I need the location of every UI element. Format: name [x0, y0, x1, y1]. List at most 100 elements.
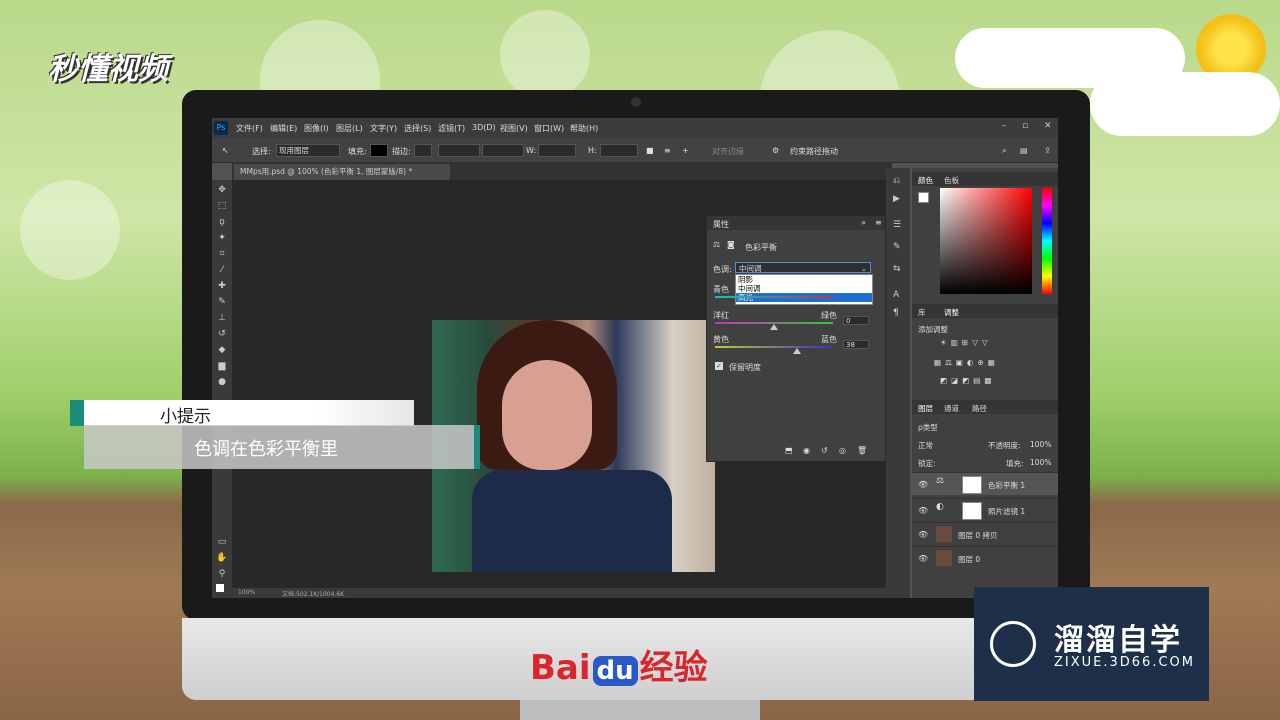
visibility-icon[interactable]: ◎: [839, 446, 846, 455]
collapse-icon[interactable]: »: [861, 218, 866, 227]
magenta-green-value[interactable]: 0: [843, 316, 869, 325]
cyan-red-slider[interactable]: [715, 296, 833, 298]
hand-tool-icon[interactable]: ✋: [216, 552, 228, 564]
constrain-path-checkbox[interactable]: 约束路径拖动: [790, 146, 838, 157]
mask-icon[interactable]: ◙: [727, 240, 735, 249]
tone-option-shadows[interactable]: 阴影: [736, 275, 872, 284]
menu-filter[interactable]: 滤镜(T): [438, 123, 465, 134]
layer-kind-filter[interactable]: ρ类型: [918, 422, 938, 433]
fill-swatch[interactable]: [370, 144, 388, 157]
blur-tool-icon[interactable]: ●: [216, 376, 228, 388]
opacity-value[interactable]: 100%: [1030, 440, 1051, 449]
menu-view[interactable]: 视图(V): [500, 123, 528, 134]
width-field[interactable]: [538, 144, 576, 157]
marquee-tool-icon[interactable]: ⬚: [216, 200, 228, 212]
height-field[interactable]: [600, 144, 638, 157]
minimize-icon[interactable]: –: [1002, 121, 1007, 131]
layer-row[interactable]: 👁 图层 0 拷贝: [912, 522, 1058, 545]
magic-wand-tool-icon[interactable]: ✦: [216, 232, 228, 244]
stamp-tool-icon[interactable]: ⊥: [216, 312, 228, 324]
stroke-width-field[interactable]: [438, 144, 480, 157]
tab-adjustments[interactable]: 调整: [944, 307, 959, 318]
menu-3d[interactable]: 3D(D): [472, 123, 496, 132]
menu-window[interactable]: 窗口(W): [534, 123, 564, 134]
zoom-tool-icon[interactable]: ⚲: [216, 568, 228, 580]
maximize-icon[interactable]: ▫: [1022, 121, 1028, 131]
shape-tool-icon[interactable]: ▭: [216, 536, 228, 548]
trash-icon[interactable]: 🗑: [857, 446, 867, 455]
foreground-swatch[interactable]: [918, 192, 929, 203]
menu-edit[interactable]: 编辑(E): [270, 123, 297, 134]
tab-layers[interactable]: 图层: [918, 403, 933, 414]
tab-swatches[interactable]: 色板: [944, 175, 959, 186]
menu-type[interactable]: 文字(Y): [370, 123, 397, 134]
eye-icon[interactable]: 👁: [918, 530, 928, 539]
preserve-checkbox[interactable]: ✓: [715, 362, 723, 370]
tab-libraries[interactable]: 库: [918, 307, 926, 318]
brush-tool-icon[interactable]: ✎: [216, 296, 228, 308]
tab-color[interactable]: 颜色: [918, 175, 933, 186]
move-tool-icon[interactable]: ↖: [222, 146, 229, 155]
lasso-tool-icon[interactable]: ϙ: [216, 216, 228, 228]
menu-layer[interactable]: 图层(L): [336, 123, 363, 134]
tab-paths[interactable]: 路径: [972, 403, 987, 414]
healing-tool-icon[interactable]: ✚: [216, 280, 228, 292]
layer-row[interactable]: 👁 ◐ 照片滤镜 1: [912, 498, 1058, 521]
yellow-blue-thumb[interactable]: [793, 348, 801, 354]
arrange-icon[interactable]: +: [682, 146, 689, 155]
brush-settings-icon[interactable]: ✎: [893, 242, 901, 252]
tone-dropdown[interactable]: 中间调 ⌄: [735, 262, 871, 273]
clip-icon[interactable]: ⬒: [785, 446, 793, 455]
foreground-color-icon[interactable]: [216, 584, 224, 592]
menu-select[interactable]: 选择(S): [404, 123, 431, 134]
eye-icon[interactable]: 👁: [918, 554, 928, 563]
eyedropper-tool-icon[interactable]: ⁄: [216, 264, 228, 276]
layer-mask-thumb[interactable]: [962, 476, 982, 494]
align-icon[interactable]: ≡: [664, 146, 671, 155]
eye-icon[interactable]: 👁: [918, 480, 928, 489]
select-dropdown[interactable]: 现用图层: [276, 144, 340, 157]
magenta-green-thumb[interactable]: [770, 324, 778, 330]
menu-image[interactable]: 图像(I): [304, 123, 329, 134]
workspace-icon[interactable]: ▤: [1020, 146, 1028, 155]
close-icon[interactable]: ✕: [1044, 121, 1052, 131]
play-icon[interactable]: ▶: [893, 194, 900, 204]
layer-row[interactable]: 👁 ⚖ 色彩平衡 1: [912, 472, 1058, 495]
color-picker-field[interactable]: [940, 188, 1032, 294]
align-edges-checkbox[interactable]: 对齐边缘: [712, 146, 744, 157]
search-icon[interactable]: ⌕: [1002, 146, 1006, 156]
adjustment-icons-row-2[interactable]: ▦⚖▣◐⊕▦: [934, 358, 999, 367]
layer-mask-thumb[interactable]: [962, 502, 982, 520]
panel-menu-icon[interactable]: ≡: [875, 218, 882, 227]
layer-row[interactable]: 👁 图层 0: [912, 546, 1058, 569]
history-icon[interactable]: ⎌: [893, 176, 900, 186]
document-tab[interactable]: MMps用.psd @ 100% (色彩平衡 1, 图层蒙版/8) *: [234, 164, 450, 180]
yellow-blue-value[interactable]: 38: [843, 340, 869, 349]
move-tool-icon[interactable]: ✥: [216, 184, 228, 196]
history-brush-icon[interactable]: ↺: [216, 328, 228, 340]
menu-help[interactable]: 帮助(H): [570, 123, 598, 134]
properties-icon[interactable]: ☰: [893, 220, 901, 230]
view-previous-icon[interactable]: ◉: [803, 446, 810, 455]
stroke-type-dropdown[interactable]: [482, 144, 524, 157]
tab-channels[interactable]: 通道: [944, 403, 959, 414]
adjust-icon[interactable]: ⇆: [893, 264, 901, 274]
paragraph-icon[interactable]: ¶: [893, 308, 899, 318]
fill-value[interactable]: 100%: [1030, 458, 1051, 467]
adjustment-icons-row-3[interactable]: ◩◪◩▤▩: [940, 376, 995, 385]
yellow-blue-slider[interactable]: [715, 346, 833, 348]
eye-icon[interactable]: 👁: [918, 506, 928, 515]
menu-file[interactable]: 文件(F): [236, 123, 263, 134]
gear-icon[interactable]: ⚙: [772, 146, 779, 155]
tone-option-midtones[interactable]: 中间调: [736, 284, 872, 293]
zoom-level[interactable]: 100%: [238, 589, 255, 596]
reset-icon[interactable]: ↺: [821, 446, 828, 455]
share-icon[interactable]: ⇪: [1044, 146, 1051, 155]
blend-mode-dropdown[interactable]: 正常: [918, 440, 933, 451]
gradient-tool-icon[interactable]: ▆: [216, 360, 228, 372]
crop-tool-icon[interactable]: ⌗: [216, 248, 228, 260]
eraser-tool-icon[interactable]: ◆: [216, 344, 228, 356]
adjustment-icons-row-1[interactable]: ☀▥⊞▽▽: [940, 338, 992, 347]
stroke-swatch[interactable]: [414, 144, 432, 157]
hue-slider[interactable]: [1042, 188, 1052, 294]
